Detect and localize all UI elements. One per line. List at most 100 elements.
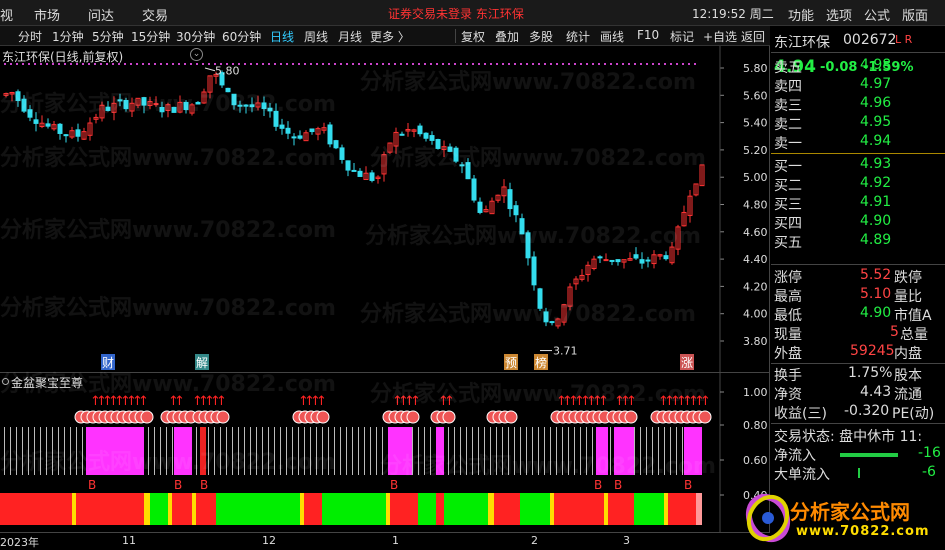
menu-trade[interactable]: 交易 xyxy=(142,5,168,24)
candle-body xyxy=(639,259,645,264)
top-dot-marker xyxy=(316,63,318,65)
buy-signal-label: B xyxy=(390,478,398,492)
candle-body xyxy=(357,170,363,177)
signal-ball xyxy=(504,410,518,424)
ask-row[interactable]: 卖三 4.96 xyxy=(774,95,942,114)
candle-body xyxy=(309,128,315,133)
divider xyxy=(771,264,945,265)
watermark: 分析家公式网www.70822.com xyxy=(370,146,706,171)
stat-value: 5 xyxy=(890,324,899,340)
tool-restore-rights[interactable]: 复权 xyxy=(461,28,485,45)
candle-body xyxy=(33,119,39,124)
bid-row[interactable]: 买一 4.93 xyxy=(774,156,942,175)
trend-band xyxy=(634,493,664,525)
ask-price: 4.94 xyxy=(860,133,892,149)
stat-label: 最高 xyxy=(774,289,802,305)
stat-label: 净资 xyxy=(774,387,802,403)
trend-band xyxy=(668,493,696,525)
stat-value: 5.10 xyxy=(860,286,892,302)
menu-formula[interactable]: 公式 xyxy=(864,5,890,24)
tool-back[interactable]: 返回 xyxy=(741,28,765,45)
stat-label-2: 流通 xyxy=(894,387,922,403)
candle-body xyxy=(531,256,537,286)
candle-body xyxy=(507,189,513,210)
stock-flags: L R xyxy=(895,33,913,46)
tool-add-watchlist[interactable]: +自选 xyxy=(703,28,737,45)
site-logo: 分析家公式网 www.70822.com xyxy=(738,488,945,550)
candle-body xyxy=(63,134,69,137)
tool-draw[interactable]: 画线 xyxy=(600,28,624,45)
tool-mark[interactable]: 标记 xyxy=(670,28,694,45)
bid-row[interactable]: 买四 4.90 xyxy=(774,213,942,232)
bid-price: 4.91 xyxy=(860,194,892,210)
y-tick-label: 3.80 xyxy=(743,335,768,348)
candle-body xyxy=(615,259,621,263)
top-dot-marker xyxy=(250,63,252,65)
menu-function[interactable]: 功能 xyxy=(788,5,814,24)
stat-value: 1.75% xyxy=(848,365,893,381)
ask-label: 卖四 xyxy=(774,79,802,95)
tool-f10[interactable]: F10 xyxy=(637,28,659,42)
bid-row[interactable]: 买三 4.91 xyxy=(774,194,942,213)
watermark: 分析家公式网www.70822.com xyxy=(360,70,696,95)
stripe-bar xyxy=(340,427,341,475)
period-tab[interactable]: 60分钟 xyxy=(222,28,261,45)
buy-signal-label: B xyxy=(614,478,622,492)
tool-multi-stock[interactable]: 多股 xyxy=(529,28,553,45)
date-label: 3 xyxy=(623,534,630,547)
login-notice[interactable]: 证券交易未登录 东江环保 xyxy=(388,5,524,22)
trend-band xyxy=(0,493,72,525)
candle-body xyxy=(417,125,423,135)
stat-row: 最低 4.90 市值A xyxy=(774,305,942,324)
stat-row: 现量 5 总量 xyxy=(774,324,942,343)
stat-row: 净资 4.43 流通 xyxy=(774,384,942,403)
flow-row: 净流入 -16 xyxy=(774,445,942,464)
period-tab-more[interactable]: 更多 〉 xyxy=(370,28,410,45)
watermark: 分析家公式网www.70822.com xyxy=(380,454,716,479)
menu-options[interactable]: 选项 xyxy=(826,5,852,24)
flow-label: 净流入 xyxy=(774,448,816,464)
y-tick-label: 4.40 xyxy=(743,253,768,266)
top-dot-marker xyxy=(262,63,264,65)
ask-row[interactable]: 卖四 4.97 xyxy=(774,76,942,95)
period-tab[interactable]: 周线 xyxy=(304,28,328,45)
watermark: 分析家公式网www.70822.com xyxy=(365,224,701,249)
stripe-bar xyxy=(346,427,347,475)
chart-title: 东江环保(日线,前复权) xyxy=(2,50,124,64)
high-marker-line xyxy=(204,67,216,72)
menu-wenda[interactable]: 问达 xyxy=(88,5,114,24)
candle-body xyxy=(75,129,81,137)
buy-signal-label: B xyxy=(594,478,602,492)
period-tab[interactable]: 5分钟 xyxy=(92,28,124,45)
ask-row[interactable]: 卖五 4.98 xyxy=(774,57,942,76)
ask-row[interactable]: 卖一 4.94 xyxy=(774,133,942,152)
period-tab[interactable]: 30分钟 xyxy=(176,28,215,45)
bid-row[interactable]: 买二 4.92 xyxy=(774,175,942,194)
top-dot-marker xyxy=(184,63,186,65)
period-tab[interactable]: 15分钟 xyxy=(131,28,170,45)
stat-label: 现量 xyxy=(774,327,802,343)
signal-ball xyxy=(316,410,330,424)
ask-row[interactable]: 卖二 4.95 xyxy=(774,114,942,133)
chevron-down-icon[interactable]: ⌄ xyxy=(190,48,203,61)
period-tab[interactable]: 分时 xyxy=(18,28,42,45)
top-dot-marker xyxy=(286,63,288,65)
bid-label: 买四 xyxy=(774,216,802,232)
trend-band xyxy=(444,493,488,525)
top-dot-marker xyxy=(328,63,330,65)
period-tab-active[interactable]: 日线 xyxy=(270,28,294,45)
period-tab[interactable]: 月线 xyxy=(338,28,362,45)
trend-band xyxy=(144,493,150,525)
menu-market[interactable]: 市场 xyxy=(34,5,60,24)
tool-statistics[interactable]: 统计 xyxy=(566,28,590,45)
menu-layout[interactable]: 版面 xyxy=(902,5,928,24)
period-tab[interactable]: 1分钟 xyxy=(52,28,84,45)
bid-row[interactable]: 买五 4.89 xyxy=(774,232,942,251)
tool-overlay[interactable]: 叠加 xyxy=(495,28,519,45)
menu-view[interactable]: 视 xyxy=(0,5,13,24)
trend-band xyxy=(304,493,322,525)
flow-value: -16 xyxy=(918,445,941,461)
logo-mark xyxy=(745,493,791,543)
trend-band xyxy=(192,493,196,525)
ask-price: 4.98 xyxy=(860,57,892,73)
